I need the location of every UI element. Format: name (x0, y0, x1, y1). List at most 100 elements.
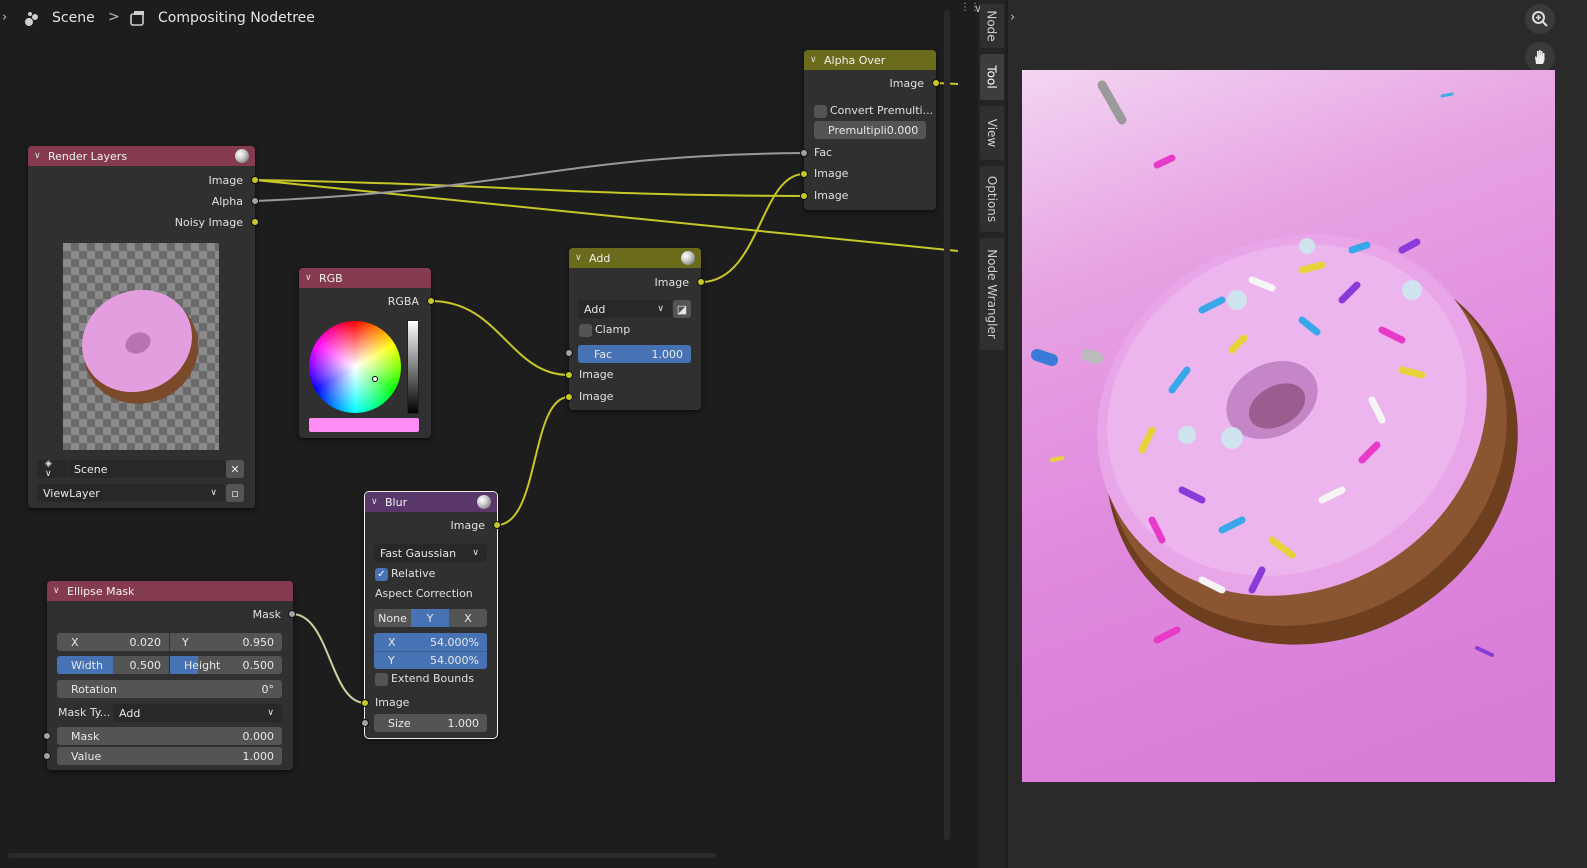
blur-header[interactable]: ∨ Blur (365, 492, 497, 512)
fac-field[interactable]: Fac 1.000 (578, 345, 691, 363)
relative-checkbox[interactable]: ✓ (375, 568, 388, 581)
chevron-down-icon[interactable]: ∨ (34, 151, 44, 161)
convert-premul-checkbox[interactable] (814, 105, 827, 118)
ellipse-mask-header[interactable]: ∨ Ellipse Mask (47, 581, 293, 601)
value-slider[interactable] (407, 320, 419, 414)
tab-options[interactable]: Options (980, 166, 1004, 232)
color-swatch[interactable] (309, 418, 419, 432)
output-image: Image (208, 173, 243, 187)
hand-icon[interactable] (1525, 42, 1555, 72)
clamp-label: Clamp (595, 323, 631, 336)
socket-noisy-out[interactable] (251, 218, 259, 226)
node-editor[interactable]: › Scene > Compositing Nodetree ∨ Render … (0, 0, 958, 868)
aspect-y-button[interactable]: Y (411, 609, 449, 627)
chevron-down-icon: ∨ (267, 708, 274, 718)
chevron-down-icon[interactable]: ∨ (371, 497, 381, 507)
blur-y-field[interactable]: Y 54.000% (374, 651, 487, 669)
socket-fac-in[interactable] (565, 349, 573, 357)
convert-premul-label: Convert Premulti... (830, 104, 934, 117)
node-title: Blur (385, 495, 408, 509)
output-alpha: Alpha (211, 194, 243, 208)
mask-height-field[interactable]: Height 0.500 (170, 656, 282, 674)
rotation-field[interactable]: Rotation 0° (57, 680, 282, 698)
scene-browse[interactable]: ◈ ∨ (37, 459, 67, 479)
socket-mask-in[interactable] (43, 732, 51, 740)
scene-name[interactable]: Scene (52, 10, 95, 26)
tab-view[interactable]: View (980, 106, 1004, 160)
blend-mode-dropdown[interactable]: Add ∨ (578, 300, 672, 318)
add-node[interactable]: ∨ Add Image Add ∨ ◪ Clamp Fac 1.000 Image … (565, 248, 705, 410)
input-image-1: Image (814, 167, 849, 180)
socket-alpha-out[interactable] (251, 197, 259, 205)
chevron-down-icon[interactable]: ∨ (575, 253, 585, 263)
socket-image-out[interactable] (932, 79, 940, 87)
chevron-down-icon[interactable]: ∨ (53, 586, 63, 596)
filter-type-dropdown[interactable]: Fast Gaussian ∨ (374, 544, 487, 562)
color-wheel[interactable] (309, 321, 401, 413)
socket-image1-in[interactable] (565, 371, 573, 379)
alpha-over-header[interactable]: ∨ Alpha Over (804, 50, 936, 70)
socket-image2-in[interactable] (800, 192, 808, 200)
mask-x-field[interactable]: X 0.020 (57, 633, 169, 651)
tab-tool[interactable]: Tool (980, 54, 1004, 100)
render-layers-node[interactable]: ∨ Render Layers Image Alpha Noisy Image … (28, 146, 259, 508)
chevron-down-icon[interactable]: ∨ (810, 55, 820, 65)
world-icon (681, 251, 695, 265)
close-icon[interactable]: ✕ (226, 460, 244, 478)
scene-field[interactable]: Scene (68, 460, 226, 478)
extend-bounds-checkbox[interactable] (375, 673, 388, 686)
mask-value-field[interactable]: Mask 0.000 (57, 727, 282, 745)
tab-node[interactable]: Node (980, 4, 1004, 48)
socket-image-out[interactable] (251, 176, 259, 184)
render-result-image (1022, 70, 1555, 782)
rgb-node[interactable]: ∨ RGB RGBA (299, 268, 435, 438)
input-image: Image (375, 696, 410, 709)
mask-width-field[interactable]: Width 0.500 (57, 656, 169, 674)
socket-image2-in[interactable] (565, 393, 573, 401)
mask-type-dropdown[interactable]: Add ∨ (113, 704, 282, 722)
render-layers-header[interactable]: ∨ Render Layers (28, 146, 255, 166)
chevron-right-icon[interactable]: › (1010, 10, 1015, 25)
use-alpha-icon[interactable]: ◪ (673, 300, 691, 318)
clamp-checkbox[interactable] (579, 324, 592, 337)
socket-image-out[interactable] (697, 278, 705, 286)
size-field[interactable]: Size 1.000 (374, 714, 487, 732)
browse-icon[interactable]: ▫ (226, 484, 244, 502)
rgb-header[interactable]: ∨ RGB (299, 268, 431, 288)
aspect-none-button[interactable]: None (374, 609, 411, 627)
chevron-down-icon[interactable]: ∨ (305, 273, 315, 283)
horizontal-scrollbar[interactable] (8, 853, 716, 858)
mask-y-field[interactable]: Y 0.950 (170, 633, 282, 651)
nodetree-name[interactable]: Compositing Nodetree (158, 10, 315, 26)
link-render-alpha-fac (254, 152, 805, 202)
output-mask: Mask (252, 607, 281, 621)
chevron-right-icon[interactable]: › (2, 10, 7, 25)
alpha-over-node[interactable]: ∨ Alpha Over Image Convert Premulti... P… (800, 50, 940, 210)
link-mask-blur (291, 613, 366, 704)
socket-image-out[interactable] (493, 521, 501, 529)
area-divider[interactable]: ⋮⋮ (958, 0, 980, 868)
add-header[interactable]: ∨ Add (569, 248, 701, 268)
premul-field[interactable]: Premultipli 0.000 (814, 121, 926, 139)
socket-value-in[interactable] (43, 752, 51, 760)
vertical-scrollbar[interactable] (944, 10, 950, 840)
node-title: Alpha Over (824, 53, 886, 67)
socket-fac-in[interactable] (800, 149, 808, 157)
ellipse-mask-node[interactable]: ∨ Ellipse Mask Mask X 0.020 Y 0.950 Width 0… (43, 581, 296, 770)
view-layer-dropdown[interactable]: ViewLayer ∨ (37, 484, 225, 502)
tab-node-wrangler[interactable]: Node Wrangler (980, 238, 1004, 350)
mask-type-label: Mask Ty... (58, 706, 111, 719)
aspect-x-button[interactable]: X (449, 609, 487, 627)
node-title: Render Layers (48, 149, 128, 163)
zoom-icon[interactable] (1525, 4, 1555, 34)
socket-size-in[interactable] (361, 719, 369, 727)
socket-image-in[interactable] (361, 699, 369, 707)
socket-image1-in[interactable] (800, 170, 808, 178)
socket-rgba-out[interactable] (427, 297, 435, 305)
blur-node[interactable]: ∨ Blur Image Fast Gaussian ∨ ✓ Relative A… (361, 491, 501, 739)
blur-x-field[interactable]: X 54.000% (374, 633, 487, 651)
render-preview (63, 243, 219, 450)
color-picker-handle[interactable] (372, 376, 378, 382)
socket-mask-out[interactable] (288, 610, 296, 618)
value-field[interactable]: Value 1.000 (57, 747, 282, 765)
